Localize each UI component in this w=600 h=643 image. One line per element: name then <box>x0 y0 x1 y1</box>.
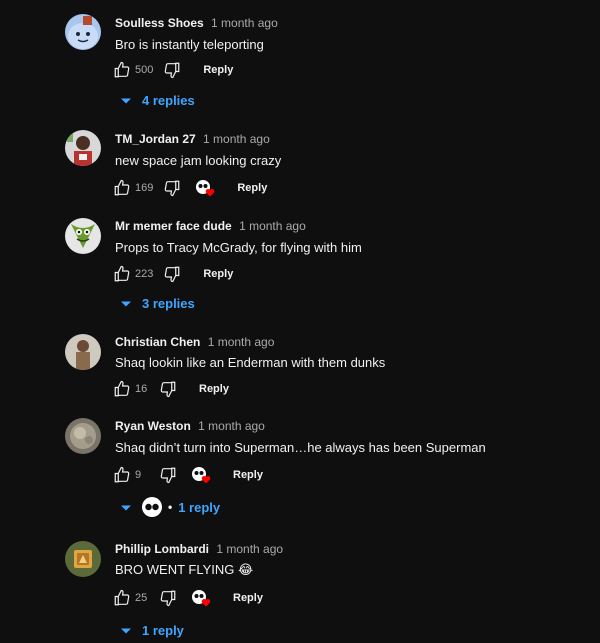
comment-header: Mr memer face dude 1 month ago <box>115 219 306 233</box>
thumbs-up-icon[interactable] <box>113 265 131 283</box>
author-name[interactable]: TM_Jordan 27 <box>115 132 196 146</box>
thumbs-down-icon[interactable] <box>163 61 181 79</box>
reply-button[interactable]: Reply <box>233 592 263 604</box>
comment-text: Shaq lookin like an Enderman with them d… <box>115 355 386 370</box>
thumbs-up-icon[interactable] <box>113 179 131 197</box>
replies-label: 4 replies <box>142 93 195 108</box>
creator-heart-icon <box>191 466 213 484</box>
timestamp[interactable]: 1 month ago <box>208 335 275 349</box>
creator-avatar <box>142 497 162 517</box>
chevron-down-icon <box>120 93 132 108</box>
thumbs-up-icon[interactable] <box>113 589 131 607</box>
reply-button[interactable]: Reply <box>233 469 263 481</box>
chevron-down-icon <box>120 623 132 638</box>
comment-text: new space jam looking crazy <box>115 153 282 168</box>
creator-heart-icon <box>195 179 217 197</box>
thumbs-up-icon[interactable] <box>113 61 131 79</box>
thumbs-down-icon[interactable] <box>159 589 177 607</box>
comment-actions: 16 Reply <box>113 378 229 400</box>
like-count: 500 <box>135 64 154 76</box>
comment-actions: 500 Reply <box>113 59 233 81</box>
thumbs-up-icon[interactable] <box>113 380 131 398</box>
like-count: 16 <box>135 383 148 395</box>
comment-text: Shaq didn’t turn into Superman…he always… <box>115 440 486 455</box>
avatar[interactable] <box>65 14 101 50</box>
view-replies-button[interactable]: 3 replies <box>120 296 195 311</box>
author-name[interactable]: Soulless Shoes <box>115 16 204 30</box>
chevron-down-icon <box>120 296 132 311</box>
avatar[interactable] <box>65 541 101 577</box>
reply-button[interactable]: Reply <box>203 268 233 280</box>
like-count: 169 <box>135 182 154 194</box>
avatar[interactable] <box>65 218 101 254</box>
avatar[interactable] <box>65 130 101 166</box>
reply-button[interactable]: Reply <box>203 64 233 76</box>
author-name[interactable]: Ryan Weston <box>115 419 191 433</box>
view-replies-button[interactable]: • 1 reply <box>120 497 220 517</box>
comment-header: Ryan Weston 1 month ago <box>115 419 265 433</box>
comment-actions: 25 Reply <box>113 587 263 609</box>
thumbs-down-icon[interactable] <box>163 179 181 197</box>
avatar[interactable] <box>65 334 101 370</box>
comment-actions: 9 Reply <box>113 464 263 486</box>
reply-button[interactable]: Reply <box>199 383 229 395</box>
timestamp[interactable]: 1 month ago <box>211 16 278 30</box>
creator-heart-icon <box>191 589 213 607</box>
comment-header: Phillip Lombardi 1 month ago <box>115 542 283 556</box>
comment-header: Christian Chen 1 month ago <box>115 335 274 349</box>
replies-label: 1 reply <box>142 623 184 638</box>
like-count: 9 <box>135 469 142 481</box>
thumbs-down-icon[interactable] <box>159 380 177 398</box>
thumbs-up-icon[interactable] <box>113 466 131 484</box>
comment-header: Soulless Shoes 1 month ago <box>115 16 278 30</box>
author-name[interactable]: Mr memer face dude <box>115 219 232 233</box>
like-count: 223 <box>135 268 154 280</box>
timestamp[interactable]: 1 month ago <box>198 419 265 433</box>
replies-label: 3 replies <box>142 296 195 311</box>
thumbs-down-icon[interactable] <box>163 265 181 283</box>
avatar[interactable] <box>65 418 101 454</box>
comment-actions: 223 Reply <box>113 263 233 285</box>
thumbs-down-icon[interactable] <box>159 466 177 484</box>
comment-text: Props to Tracy McGrady, for flying with … <box>115 240 362 255</box>
author-name[interactable]: Christian Chen <box>115 335 200 349</box>
timestamp[interactable]: 1 month ago <box>239 219 306 233</box>
comment-header: TM_Jordan 27 1 month ago <box>115 132 270 146</box>
comment-text: BRO WENT FLYING 😂 <box>115 562 254 577</box>
replies-label: 1 reply <box>178 499 221 515</box>
view-replies-button[interactable]: 1 reply <box>120 623 184 638</box>
reply-button[interactable]: Reply <box>237 182 267 194</box>
like-count: 25 <box>135 592 148 604</box>
timestamp[interactable]: 1 month ago <box>216 542 283 556</box>
separator-dot: • <box>168 500 173 514</box>
chevron-down-icon <box>120 500 132 515</box>
comment-actions: 169 Reply <box>113 177 267 199</box>
timestamp[interactable]: 1 month ago <box>203 132 270 146</box>
comment-text: Bro is instantly teleporting <box>115 37 264 52</box>
view-replies-button[interactable]: 4 replies <box>120 93 195 108</box>
author-name[interactable]: Phillip Lombardi <box>115 542 209 556</box>
